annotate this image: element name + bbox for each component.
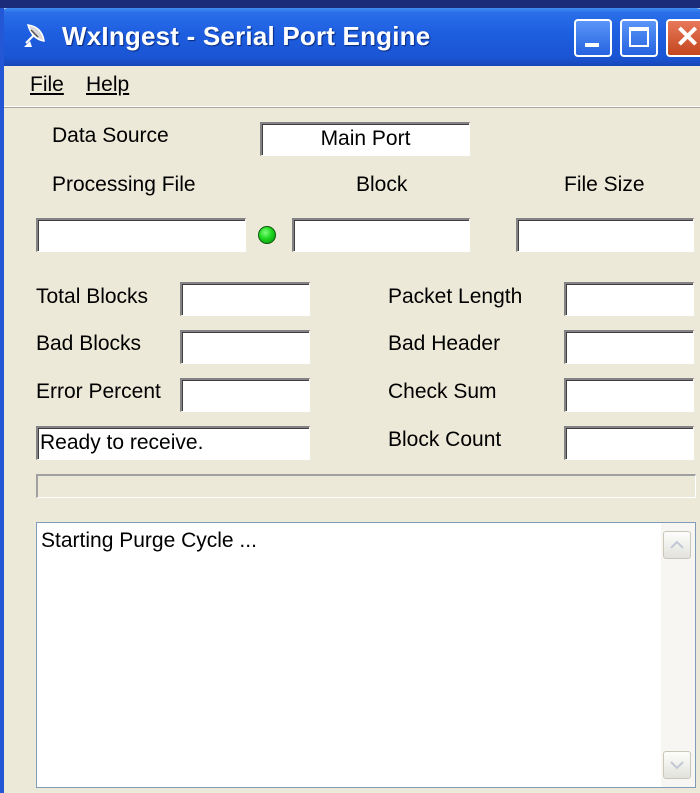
check-sum-label: Check Sum: [388, 380, 497, 403]
data-source-field[interactable]: Main Port: [260, 122, 470, 156]
menu-bar: File Help: [4, 66, 700, 107]
title-bar[interactable]: WxIngest - Serial Port Engine ✕: [4, 8, 700, 66]
satellite-dish-icon: [24, 24, 45, 47]
menu-help[interactable]: Help: [86, 73, 129, 97]
bad-blocks-label: Bad Blocks: [36, 332, 142, 355]
scroll-up-button[interactable]: [663, 531, 691, 559]
menu-file-label: File: [30, 73, 64, 96]
packet-length-label: Packet Length: [388, 285, 523, 308]
maximize-button[interactable]: [620, 19, 658, 57]
error-percent-label: Error Percent: [36, 380, 161, 403]
block-count-label: Block Count: [388, 428, 502, 451]
log-text: Starting Purge Cycle ...: [41, 529, 257, 552]
file-size-field[interactable]: [516, 218, 694, 252]
status-indicator-light: [258, 226, 276, 244]
packet-length-field[interactable]: [564, 282, 694, 316]
data-source-label: Data Source: [52, 124, 169, 147]
error-percent-field[interactable]: [180, 378, 310, 412]
close-button[interactable]: ✕: [666, 19, 700, 57]
chevron-down-icon: [670, 761, 684, 770]
bad-header-label: Bad Header: [388, 332, 501, 355]
window-title: WxIngest - Serial Port Engine: [62, 21, 431, 51]
minimize-button[interactable]: [574, 19, 612, 57]
block-label: Block: [356, 173, 408, 196]
check-sum-field[interactable]: [564, 378, 694, 412]
bad-blocks-field[interactable]: [180, 330, 310, 364]
chevron-up-icon: [670, 540, 684, 549]
vertical-scrollbar[interactable]: [661, 523, 695, 787]
block-field[interactable]: [292, 218, 470, 252]
log-textarea[interactable]: Starting Purge Cycle ...: [36, 522, 696, 788]
block-count-field[interactable]: [564, 426, 694, 460]
menu-help-label: Help: [86, 73, 130, 96]
file-size-label: File Size: [564, 173, 645, 196]
main-window: WxIngest - Serial Port Engine ✕ File Hel…: [0, 8, 700, 793]
close-icon: ✕: [675, 21, 700, 54]
processing-file-label: Processing File: [52, 173, 196, 196]
total-blocks-field[interactable]: [180, 282, 310, 316]
scroll-down-button[interactable]: [663, 751, 691, 779]
menu-file[interactable]: File: [30, 73, 64, 97]
total-blocks-label: Total Blocks: [36, 285, 149, 308]
bad-header-field[interactable]: [564, 330, 694, 364]
status-field: Ready to receive.: [36, 426, 310, 460]
processing-file-field[interactable]: [36, 218, 246, 252]
progress-bar: [36, 474, 696, 498]
